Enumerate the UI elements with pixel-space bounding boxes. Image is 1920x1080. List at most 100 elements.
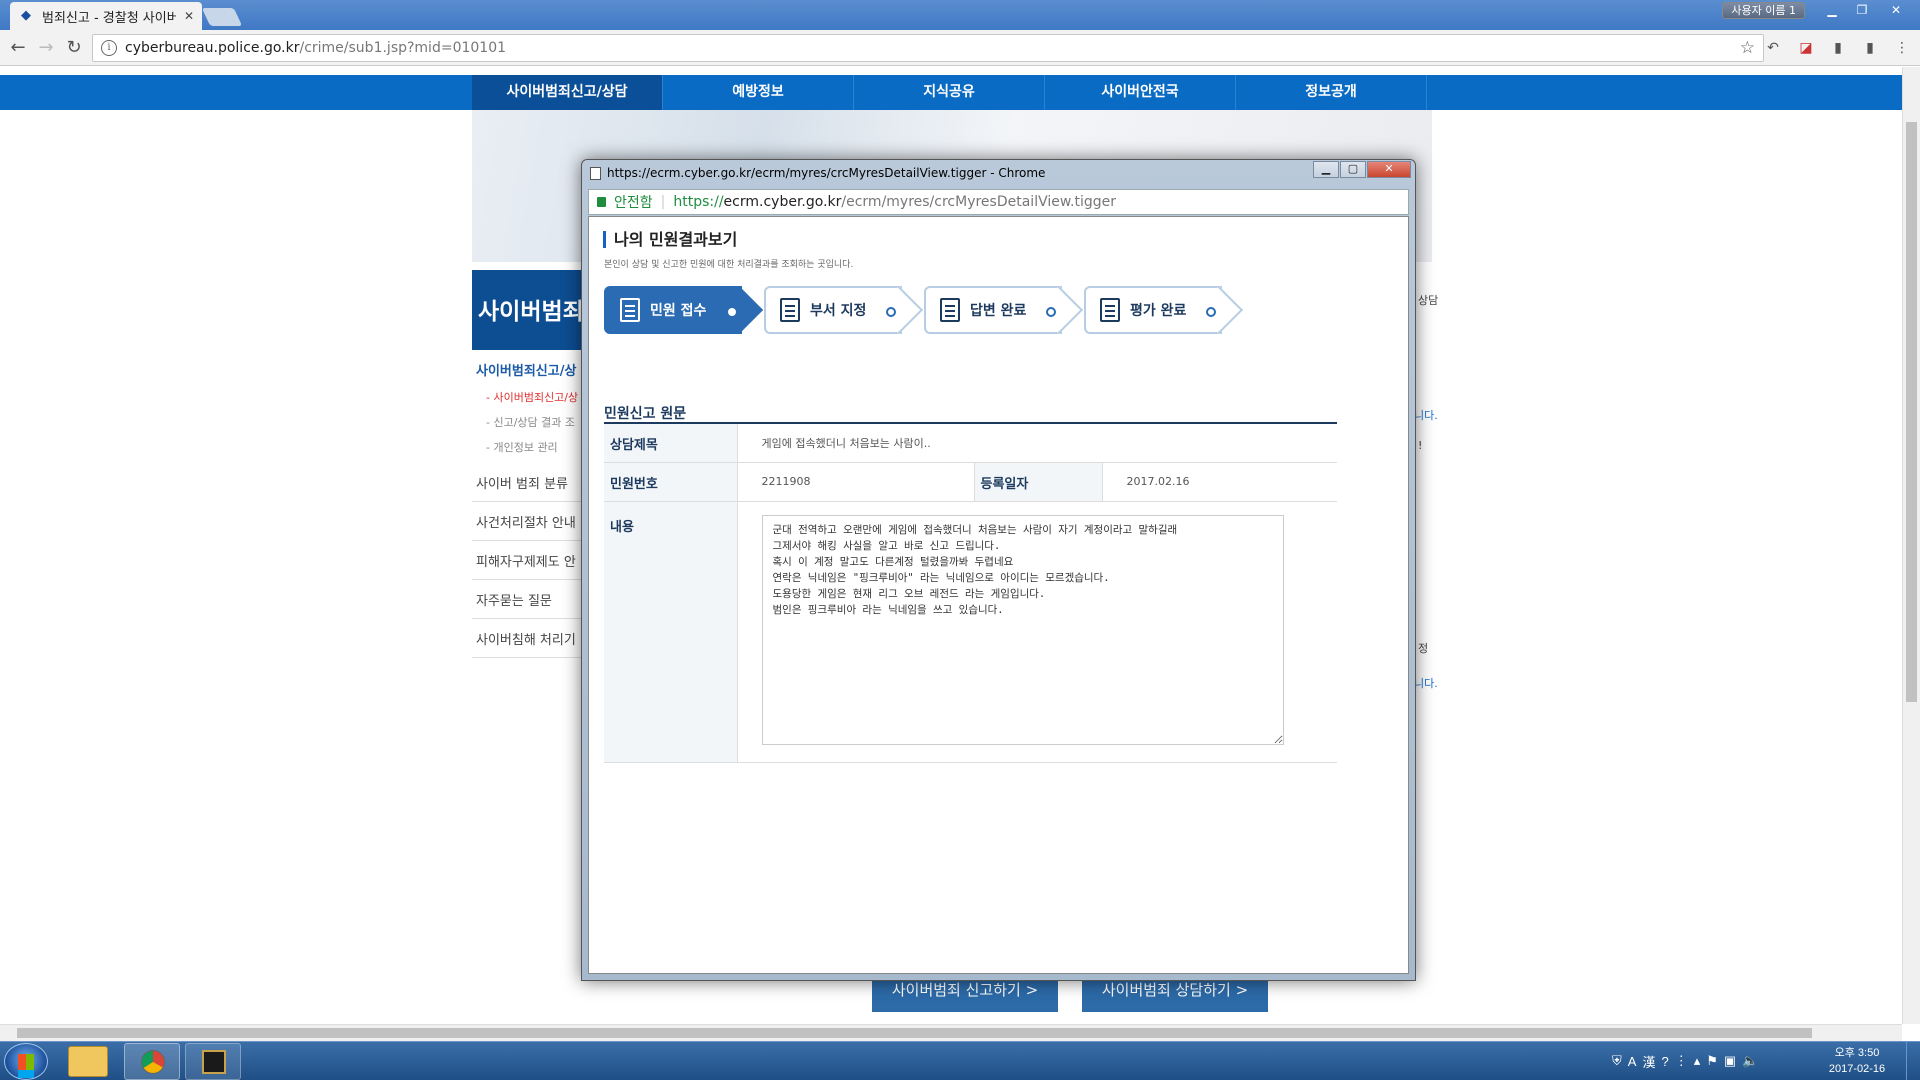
address-bar[interactable]: i cyberbureau.police.go.kr/crime/sub1.js… [92,34,1764,62]
restore-icon[interactable]: ❐ [1848,0,1876,20]
step-indicator [886,307,896,317]
back-icon[interactable]: ← [4,37,32,58]
page-icon [590,166,601,180]
clock-date: 2017-02-16 [1828,1063,1886,1075]
popup-window-controls: ▁ ▢ ✕ [1312,161,1411,178]
content-textarea[interactable] [761,514,1284,745]
nav-knowledge[interactable]: 지식공유 [854,75,1045,110]
clock-time: 오후 3:50 [1834,1047,1880,1059]
tab-close-icon[interactable]: ✕ [184,9,194,23]
step-indicator [1206,307,1216,317]
reload-icon[interactable]: ↻ [60,37,88,58]
clock[interactable]: 오후 3:50 2017-02-16 [1822,1045,1892,1077]
bookmark-star-icon[interactable]: ☆ [1740,38,1755,58]
step-indicator [728,308,736,316]
right-snippet-3: ! [1418,439,1423,452]
content-label: 내용 [604,501,738,763]
table-row: 내용 [604,501,1337,763]
step-label: 부서 지정 [810,303,867,319]
nav-bureau[interactable]: 사이버안전국 [1045,75,1236,110]
show-desktop-button[interactable] [1906,1042,1920,1080]
main-navigation: 사이버범죄신고/상담 예방정보 지식공유 사이버안전국 정보공개 [472,75,1427,110]
step-evaluated: 평가 완료 [1084,286,1222,334]
ime-mode-han[interactable]: 漢 [1642,1052,1655,1071]
checkbox-icon [940,298,960,322]
tray-expand-icon[interactable]: ▴ [1694,1053,1701,1069]
ime-mode-a[interactable]: A [1628,1054,1637,1069]
right-snippet-5: 니다. [1414,677,1438,690]
step-answered: 답변 완료 [924,286,1062,334]
nav-prevention[interactable]: 예방정보 [663,75,854,110]
registration-date-label: 등록일자 [973,462,1103,502]
minimize-icon[interactable]: ▁ [1818,0,1846,20]
registration-date-value: 2017.02.16 [1102,462,1337,502]
url-host: cyberbureau.police.go.kr [125,40,300,56]
info-icon[interactable]: i [101,40,117,56]
lnb-link-results[interactable]: - 신고/상담 결과 조 [486,414,575,430]
progress-steps: 민원 접수 부서 지정 답변 완료 평가 완료 [604,286,1244,334]
system-tray: ⛨ A 漢 ? ⋮ ▴ ⚑ ▣ 🔈 [1612,1051,1758,1071]
shield-icon[interactable]: ⛨ [1612,1053,1622,1069]
subject-value: 게임에 접속했더니 처음보는 사람이.. [737,423,1337,463]
new-tab-button[interactable] [201,8,243,26]
complaint-number-label: 민원번호 [604,462,738,502]
popup-window: https://ecrm.cyber.go.kr/ecrm/myres/crcM… [581,159,1416,981]
windows-logo-icon [18,1054,34,1070]
complaint-table: 상담제목 게임에 접속했더니 처음보는 사람이.. 민원번호 2211908 등… [604,422,1337,763]
vertical-scrollbar[interactable] [1902,67,1920,1024]
start-button[interactable] [4,1043,48,1080]
right-snippet-2: 니다. [1414,409,1438,422]
popup-url-path: /ecrm/myres/crcMyresDetailView.tigger [841,194,1116,210]
taskbar: ⛨ A 漢 ? ⋮ ▴ ⚑ ▣ 🔈 오후 3:50 2017-02-16 [0,1041,1920,1080]
forward-document-icon [780,298,800,322]
chrome-logo-icon [141,1050,165,1074]
browser-toolbar: ← → ↻ i cyberbureau.police.go.kr/crime/s… [0,30,1920,66]
right-snippet-1: 상담 [1418,294,1439,307]
league-taskbar-icon[interactable] [185,1043,241,1080]
vertical-scroll-thumb[interactable] [1906,122,1917,702]
right-snippet-4: 정 [1418,642,1429,655]
document-icon [620,298,640,322]
forward-icon[interactable]: → [32,37,60,58]
nav-disclosure[interactable]: 정보공개 [1236,75,1427,110]
nav-report[interactable]: 사이버범죄신고/상담 [472,75,663,110]
site-favicon-icon: ◆ [21,8,31,23]
table-row: 민원번호 2211908 등록일자 2017.02.16 [604,462,1337,502]
flag-icon[interactable]: ⚑ [1706,1053,1718,1069]
flag-extension-icon[interactable]: ◪ [1796,38,1816,58]
popup-title-text: https://ecrm.cyber.go.kr/ecrm/myres/crcM… [607,166,1046,180]
explorer-taskbar-icon[interactable] [68,1046,108,1077]
table-row: 상담제목 게임에 접속했더니 처음보는 사람이.. [604,423,1337,463]
menu-dots-icon[interactable]: ⋮ [1892,38,1912,58]
browser-titlebar: ◆ 범죄신고 - 경찰청 사이버 ✕ 사용자 이름 1 ▁ ❐ ✕ [0,0,1920,30]
browser-tab[interactable]: ◆ 범죄신고 - 경찰청 사이버 ✕ [10,2,202,30]
lnb-link-privacy[interactable]: - 개인정보 관리 [486,439,558,455]
table-title: 민원신고 원문 [604,406,687,422]
step-indicator [1046,307,1056,317]
secure-label: 안전함 [614,195,653,211]
popup-address-bar[interactable]: 안전함 | https://ecrm.cyber.go.kr/ecrm/myre… [588,189,1409,215]
reply-extension-icon[interactable]: ↶ [1763,38,1783,58]
horizontal-scrollbar[interactable] [0,1024,1902,1041]
close-icon[interactable]: ✕ [1882,0,1910,20]
horizontal-scroll-thumb[interactable] [17,1028,1812,1038]
extension-t-icon[interactable]: ▮ [1860,38,1880,58]
ime-options-icon[interactable]: ⋮ [1675,1053,1688,1069]
chrome-taskbar-icon[interactable] [124,1043,180,1080]
step-received: 민원 접수 [604,286,742,334]
step-label: 답변 완료 [970,303,1027,319]
profile-badge[interactable]: 사용자 이름 1 [1722,2,1805,19]
help-icon[interactable]: ? [1661,1054,1668,1069]
popup-body: 나의 민원결과보기 본인이 상담 및 신고한 민원에 대한 처리결과를 조회하는… [588,216,1409,974]
lnb-link-report[interactable]: - 사이버범죄신고/상 [486,389,578,405]
popup-titlebar: https://ecrm.cyber.go.kr/ecrm/myres/crcM… [590,164,1045,182]
network-icon[interactable]: ▣ [1724,1053,1736,1069]
extension-i-icon[interactable]: ▮ [1828,38,1848,58]
page-description: 본인이 상담 및 신고한 민원에 대한 처리결과를 조회하는 곳입니다. [604,260,854,270]
popup-minimize-icon[interactable]: ▁ [1313,161,1339,178]
volume-icon[interactable]: 🔈 [1742,1053,1758,1069]
popup-maximize-icon[interactable]: ▢ [1340,161,1366,178]
content-cell [737,501,1337,763]
edit-document-icon [1100,298,1120,322]
popup-close-icon[interactable]: ✕ [1367,161,1411,178]
